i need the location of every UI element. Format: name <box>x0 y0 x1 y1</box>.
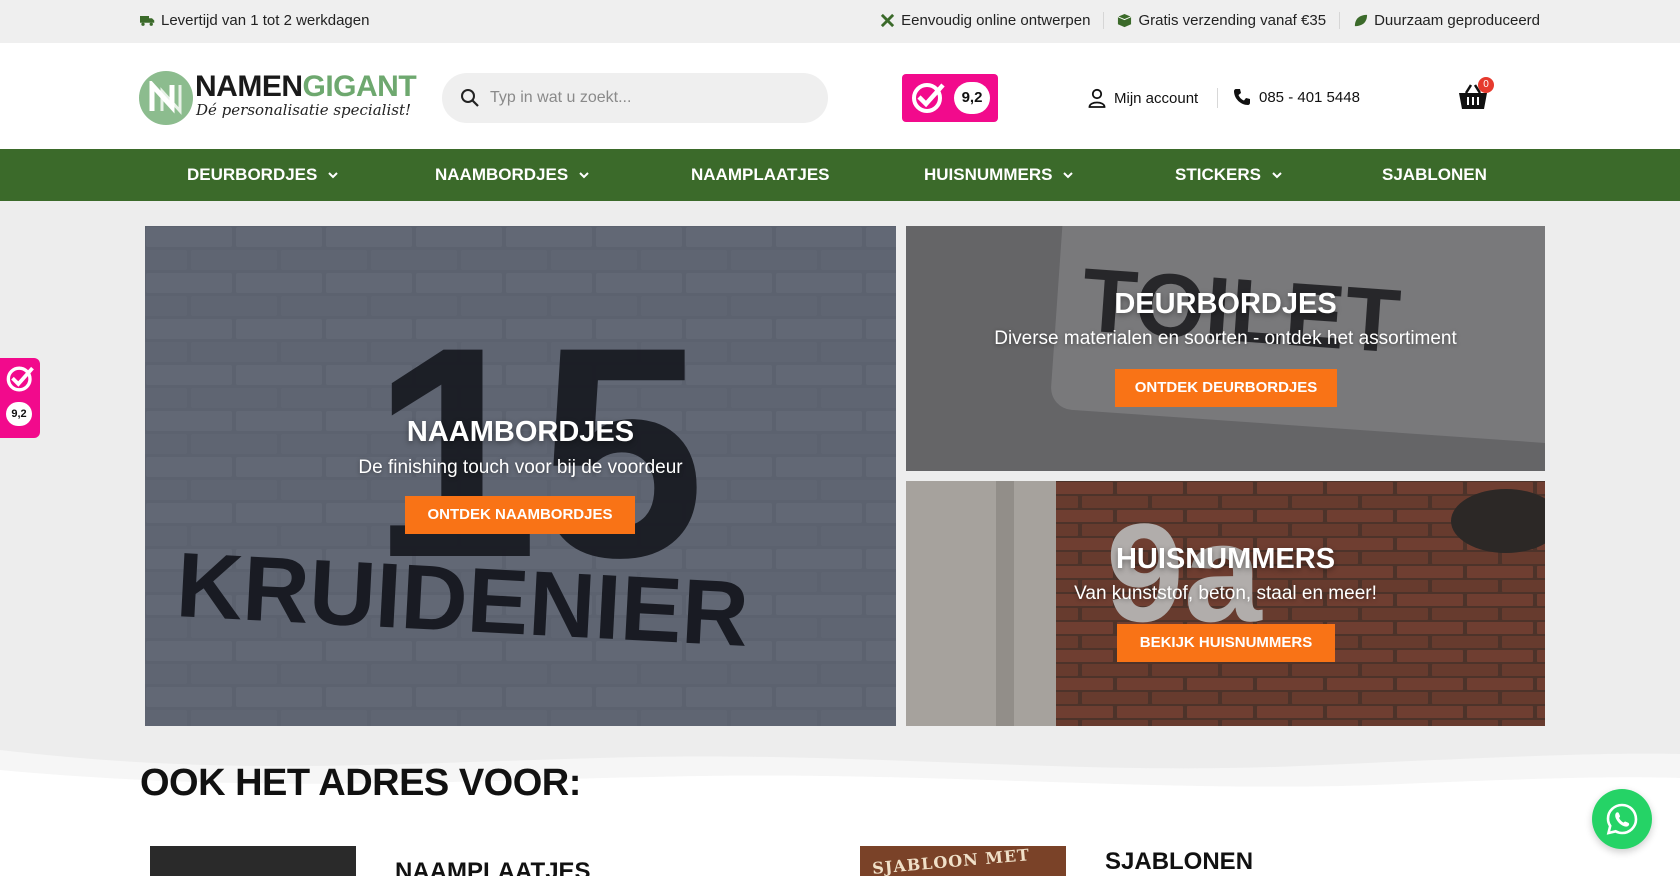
site-header: NAMENGIGANT Dé personalisatie specialist… <box>0 43 1680 149</box>
ontdek-deurbordjes-button[interactable]: ONTDEK DEURBORDJES <box>1115 369 1337 407</box>
box-icon <box>1118 13 1132 28</box>
kiyoh-icon <box>912 83 945 113</box>
usp-design: Eenvoudig online ontwerpen <box>867 12 1103 29</box>
hero-title: HUISNUMMERS <box>1115 543 1336 575</box>
bekijk-huisnummers-button[interactable]: BEKIJK HUISNUMMERS <box>1117 624 1335 662</box>
chevron-down-icon <box>579 172 589 179</box>
hero-subtitle: Van kunststof, beton, staal en meer! <box>1074 583 1377 604</box>
nav-item-label: STICKERS <box>1175 165 1261 184</box>
logo-brand-part2: GIGANT <box>302 70 417 103</box>
delivery-info: Levertijd van 1 tot 2 werkdagen <box>140 12 369 29</box>
section-title: OOK HET ADRES VOOR: <box>140 762 581 804</box>
usp-list: Eenvoudig online ontwerpen Gratis verzen… <box>867 12 1540 29</box>
account-link[interactable]: Mijn account <box>1088 88 1198 108</box>
nav-item-label: SJABLONEN <box>1382 165 1487 184</box>
search-icon[interactable] <box>460 88 480 108</box>
nav-item-huisnummers[interactable]: HUISNUMMERS <box>924 149 1074 201</box>
main-nav: DEURBORDJES NAAMBORDJES NAAMPLAATJES HUI… <box>0 149 1680 201</box>
kiyoh-icon <box>6 366 34 392</box>
nav-item-stickers[interactable]: STICKERS <box>1175 149 1283 201</box>
nav-item-naamplaatjes[interactable]: NAAMPLAATJES <box>691 149 830 201</box>
nav-item-sjablonen[interactable]: SJABLONEN <box>1382 149 1487 201</box>
logo-tagline: Dé personalisatie specialist! <box>196 101 412 119</box>
nav-item-naambordjes[interactable]: NAAMBORDJES <box>435 149 590 201</box>
side-rating-score: 9,2 <box>6 402 32 426</box>
header-divider <box>1217 88 1218 108</box>
usp-shipping: Gratis verzending vanaf €35 <box>1103 12 1339 29</box>
hero-subtitle: Diverse materialen en soorten - ontdek h… <box>994 328 1457 349</box>
ontdek-naambordjes-button[interactable]: ONTDEK NAAMBORDJES <box>405 496 635 534</box>
nav-item-label: NAAMPLAATJES <box>691 165 830 184</box>
user-icon <box>1088 88 1106 108</box>
nav-item-deurbordjes[interactable]: DEURBORDJES <box>187 149 339 201</box>
hero-tile-deurbordjes[interactable]: TOILET DEURBORDJES Diverse materialen en… <box>906 226 1545 471</box>
search-bar[interactable] <box>442 73 828 123</box>
hero-tile-naambordjes[interactable]: 15 KRUIDENIER NAAMBORDJES De finishing t… <box>145 226 896 726</box>
hero-subtitle: De finishing touch voor bij de voordeur <box>358 457 683 478</box>
usp-label: Duurzaam geproduceerd <box>1374 12 1540 29</box>
leaf-icon <box>1354 14 1368 27</box>
usp-label: Gratis verzending vanaf €35 <box>1138 12 1327 29</box>
rating-badge[interactable]: 9,2 <box>902 74 998 122</box>
delivery-text: Levertijd van 1 tot 2 werkdagen <box>161 12 370 29</box>
chevron-down-icon <box>1063 172 1074 179</box>
account-label: Mijn account <box>1114 89 1199 107</box>
hero-title: DEURBORDJES <box>1114 288 1337 320</box>
phone-link[interactable]: 085 - 401 5448 <box>1233 88 1360 106</box>
nav-item-label: DEURBORDJES <box>187 165 318 184</box>
whatsapp-icon <box>1606 803 1638 835</box>
cart-button[interactable]: 0 <box>1458 77 1494 113</box>
hero-tile-huisnummers[interactable]: 9a HUISNUMMERS Van kunststof, beton, sta… <box>906 481 1545 726</box>
chevron-down-icon <box>328 172 339 179</box>
cart-count-badge: 0 <box>1478 77 1494 93</box>
category-link-sjablonen[interactable]: SJABLONEN <box>1105 848 1253 876</box>
phone-icon <box>1234 89 1250 105</box>
hero-title: NAAMBORDJES <box>406 416 635 448</box>
logo-brand-part1: NAMEN <box>195 70 303 103</box>
logo-brand: NAMENGIGANT <box>195 70 417 103</box>
logo-mark-icon <box>139 71 193 125</box>
phone-number: 085 - 401 5448 <box>1259 88 1360 106</box>
sjabloon-thumb-text: SJABLOON MET <box>871 846 1031 876</box>
top-bar: Levertijd van 1 tot 2 werkdagen Eenvoudi… <box>0 0 1680 43</box>
truck-icon <box>140 16 155 26</box>
sjablonen-thumbnail[interactable]: SJABLOON MET <box>860 846 1066 876</box>
nav-item-label: HUISNUMMERS <box>924 165 1053 184</box>
naamplaatjes-thumbnail[interactable] <box>150 846 356 876</box>
usp-sustainable: Duurzaam geproduceerd <box>1339 12 1540 29</box>
nav-item-label: NAAMBORDJES <box>435 165 569 184</box>
category-link-naamplaatjes[interactable]: NAAMPLAATJES <box>395 858 591 876</box>
design-tools-icon <box>881 13 895 28</box>
chevron-down-icon <box>1272 172 1282 179</box>
site-logo[interactable]: NAMENGIGANT Dé personalisatie specialist… <box>139 70 419 125</box>
rating-score: 9,2 <box>954 82 990 114</box>
side-rating-widget[interactable]: 9,2 <box>0 358 40 438</box>
search-input[interactable] <box>490 85 810 111</box>
usp-label: Eenvoudig online ontwerpen <box>901 12 1091 29</box>
whatsapp-button[interactable] <box>1592 789 1652 849</box>
